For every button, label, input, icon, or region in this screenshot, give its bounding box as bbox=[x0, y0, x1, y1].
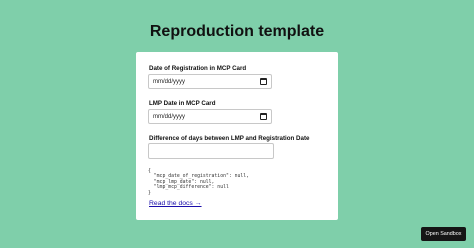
lmp-date-input[interactable]: mm/dd/yyyy bbox=[148, 109, 272, 124]
difference-input[interactable] bbox=[148, 143, 274, 159]
read-docs-link[interactable]: Read the docs → bbox=[149, 199, 202, 208]
calendar-icon[interactable] bbox=[260, 113, 267, 120]
lmp-date-label: LMP Date in MCP Card bbox=[149, 100, 216, 107]
registration-date-value: mm/dd/yyyy bbox=[153, 79, 186, 85]
lmp-date-value: mm/dd/yyyy bbox=[153, 114, 186, 120]
registration-date-input[interactable]: mm/dd/yyyy bbox=[148, 74, 272, 89]
registration-date-label: Date of Registration in MCP Card bbox=[149, 65, 247, 72]
page-title: Reproduction template bbox=[149, 23, 325, 40]
json-output: { "mcp_date_of_registration": null, "mcp… bbox=[148, 169, 249, 196]
open-sandbox-button[interactable]: Open Sandbox bbox=[421, 227, 466, 241]
form-card: Date of Registration in MCP Card mm/dd/y… bbox=[136, 52, 338, 220]
calendar-icon[interactable] bbox=[260, 78, 267, 85]
difference-label: Difference of days between LMP and Regis… bbox=[149, 135, 310, 142]
json-line: } bbox=[148, 190, 151, 196]
